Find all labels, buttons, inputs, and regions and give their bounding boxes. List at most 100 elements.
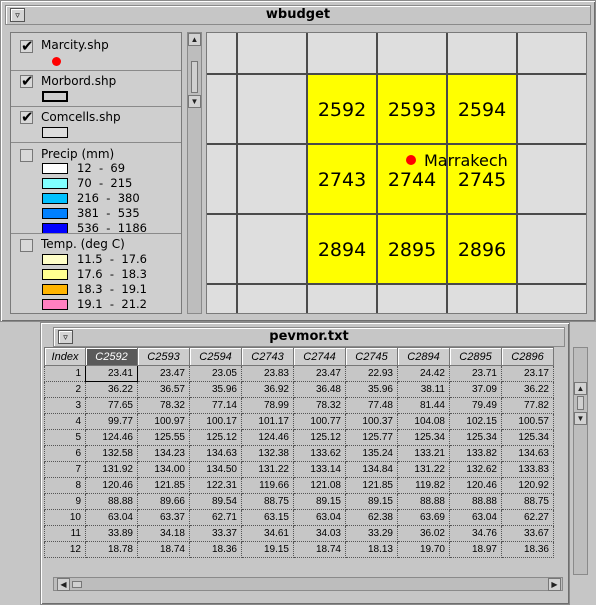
table-cell[interactable]: 23.05 [189,365,242,382]
table-cell[interactable]: 33.89 [85,525,138,542]
table-cell[interactable]: 125.55 [137,429,190,446]
table-cell[interactable]: 23.71 [449,365,502,382]
table-cell[interactable]: 18.36 [189,541,242,558]
scroll-thumb[interactable] [72,581,82,588]
table-cell[interactable]: 88.88 [397,493,450,510]
grid-cell[interactable] [307,33,377,74]
grid-cell[interactable] [447,33,517,74]
table-cell[interactable]: 100.57 [501,413,554,430]
table-cell[interactable]: 101.17 [241,413,294,430]
table-cell[interactable]: 121.85 [137,477,190,494]
grid-cell[interactable] [517,33,586,74]
grid-cell[interactable] [377,284,447,313]
grid-cell-highlight[interactable]: 2593 [377,74,447,144]
table-cell[interactable]: 36.02 [397,525,450,542]
table-cell[interactable]: 77.65 [85,397,138,414]
column-header[interactable]: C2743 [241,347,294,366]
scroll-down-icon[interactable]: ▼ [188,95,201,108]
legend-scrollbar[interactable]: ▲ ▼ [187,32,202,314]
table-cell[interactable]: 62.27 [501,509,554,526]
grid-cell[interactable] [237,33,307,74]
table-cell[interactable]: 131.22 [241,461,294,478]
table-cell[interactable]: 24.42 [397,365,450,382]
grid-cell[interactable] [517,144,586,214]
table-cell[interactable]: 100.17 [189,413,242,430]
table-cell[interactable]: 77.48 [345,397,398,414]
table-cell[interactable]: 63.69 [397,509,450,526]
table-cell[interactable]: 33.37 [189,525,242,542]
table-cell[interactable]: 133.14 [293,461,346,478]
table-cell[interactable]: 18.74 [293,541,346,558]
table-cell[interactable]: 19.15 [241,541,294,558]
table-cell[interactable]: 134.63 [189,445,242,462]
table-cell[interactable]: 35.96 [189,381,242,398]
layer-checkbox-precip[interactable] [20,149,33,162]
table-cell[interactable]: 88.88 [85,493,138,510]
table-cell[interactable]: 100.97 [137,413,190,430]
table-cell[interactable]: 124.46 [85,429,138,446]
table-cell[interactable]: 132.58 [85,445,138,462]
table-cell[interactable]: 100.37 [345,413,398,430]
grid-cell-highlight[interactable]: 2743 [307,144,377,214]
grid-cell[interactable] [517,214,586,284]
table-cell[interactable]: 18.74 [137,541,190,558]
scroll-thumb[interactable] [577,396,584,410]
table-cell[interactable]: 22.93 [345,365,398,382]
column-header[interactable]: C2895 [449,347,502,366]
table-cell[interactable]: 81.44 [397,397,450,414]
table-cell[interactable]: 133.62 [293,445,346,462]
city-marker[interactable] [406,155,416,165]
table-cell[interactable]: 63.04 [293,509,346,526]
table-cell[interactable]: 124.46 [241,429,294,446]
table-cell[interactable]: 120.92 [501,477,554,494]
table-cell[interactable]: 120.46 [85,477,138,494]
table-cell[interactable]: 78.32 [137,397,190,414]
column-header[interactable]: C2593 [137,347,190,366]
column-header[interactable]: C2744 [293,347,346,366]
scroll-down-icon[interactable]: ▼ [574,412,587,425]
table-cell[interactable]: 125.12 [189,429,242,446]
table-cell[interactable]: 125.12 [293,429,346,446]
wbudget-titlebar[interactable]: ▿ wbudget [5,5,591,25]
layer-checkbox-morbord[interactable] [20,72,34,90]
grid-cell[interactable] [237,144,307,214]
grid-cell[interactable] [207,74,237,144]
grid-cell-highlight[interactable]: 2594 [447,74,517,144]
table-cell[interactable]: 23.41 [85,365,138,382]
table-cell[interactable]: 133.21 [397,445,450,462]
scroll-up-icon[interactable]: ▲ [574,382,587,395]
table-cell[interactable]: 100.77 [293,413,346,430]
table-hscrollbar[interactable]: ◀ ▶ [53,577,563,591]
column-header[interactable]: C2594 [189,347,242,366]
table-cell[interactable]: 132.38 [241,445,294,462]
table-cell[interactable]: 62.38 [345,509,398,526]
table-cell[interactable]: 18.97 [449,541,502,558]
table-cell[interactable]: 34.03 [293,525,346,542]
grid-cell[interactable] [377,33,447,74]
scroll-up-icon[interactable]: ▲ [188,33,201,46]
table-cell[interactable]: 34.76 [449,525,502,542]
grid-cell[interactable] [207,144,237,214]
table-cell[interactable]: 18.78 [85,541,138,558]
table-cell[interactable]: 18.36 [501,541,554,558]
table-cell[interactable]: 99.77 [85,413,138,430]
column-header[interactable]: C2896 [501,347,554,366]
table-cell[interactable]: 63.04 [85,509,138,526]
layer-checkbox-marcity[interactable] [20,37,34,55]
table-cell[interactable]: 134.00 [137,461,190,478]
table-cell[interactable]: 36.22 [85,381,138,398]
pevmor-titlebar[interactable]: ▿ pevmor.txt [53,327,565,347]
grid-cell[interactable] [237,284,307,313]
table-cell[interactable]: 77.14 [189,397,242,414]
table-cell[interactable]: 77.82 [501,397,554,414]
column-header[interactable]: Index [44,347,86,366]
table-cell[interactable]: 34.18 [137,525,190,542]
table-vscrollbar[interactable]: ▲ ▼ [573,347,588,575]
table-cell[interactable]: 88.88 [449,493,502,510]
map-view[interactable]: 2592 2593 2594 2743 2744 2745 2894 2895 2896 Mar… [206,32,587,314]
table-cell[interactable]: 89.15 [293,493,346,510]
table-cell[interactable]: 38.11 [397,381,450,398]
table-cell[interactable]: 23.17 [501,365,554,382]
grid-cell-highlight[interactable]: 2895 [377,214,447,284]
table-cell[interactable]: 63.04 [449,509,502,526]
